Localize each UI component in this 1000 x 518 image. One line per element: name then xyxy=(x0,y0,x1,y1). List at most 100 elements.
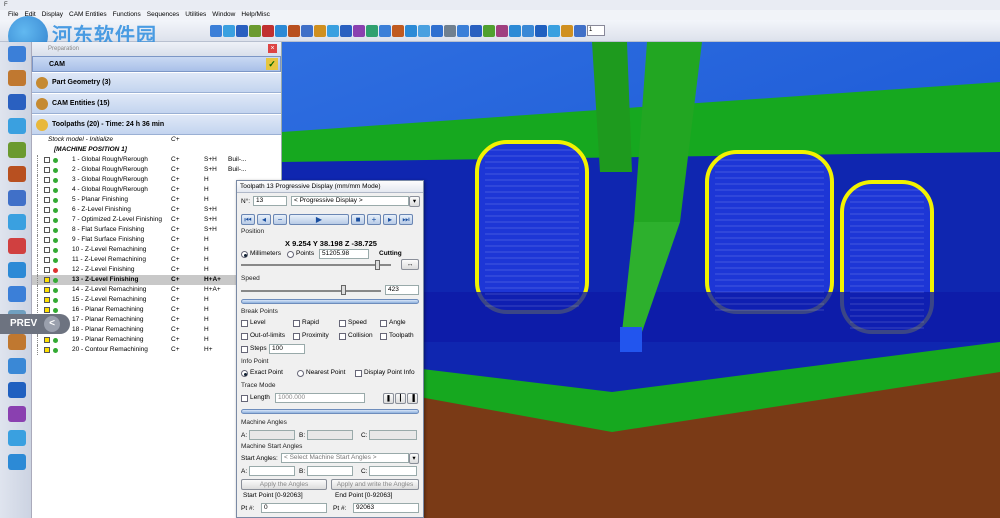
position-slider-track[interactable] xyxy=(241,264,391,266)
toolbar-tool-icon[interactable] xyxy=(366,24,378,37)
row-checkbox[interactable] xyxy=(44,337,50,343)
start-b-field[interactable] xyxy=(307,466,353,476)
apply-write-angles-button[interactable]: Apply and write the Angles xyxy=(331,479,419,490)
first-icon[interactable]: ⏮ xyxy=(241,214,255,225)
machine-position-row[interactable]: [MACHINE POSITION 1] xyxy=(32,145,281,155)
trace-left-icon[interactable]: ❚ xyxy=(383,393,394,404)
step-back-icon[interactable]: ◂ xyxy=(257,214,271,225)
toolbar-tool-icon[interactable] xyxy=(327,24,339,37)
row-checkbox[interactable] xyxy=(44,217,50,223)
toolbar-tool-icon[interactable] xyxy=(379,24,391,37)
tool-palette-icon[interactable] xyxy=(8,358,26,374)
toolbar-tool-icon[interactable] xyxy=(262,24,274,37)
toolbar-tool-icon[interactable] xyxy=(483,24,495,37)
row-checkbox[interactable] xyxy=(44,307,50,313)
row-checkbox[interactable] xyxy=(44,207,50,213)
tool-palette-icon[interactable] xyxy=(8,94,26,110)
chevron-down-icon[interactable]: ▾ xyxy=(409,453,419,464)
toolpath-row[interactable]: 2 - Global Rough/Rerough C+ S+H Buil-... xyxy=(32,165,281,175)
trace-mid-icon[interactable]: ┃ xyxy=(395,393,406,404)
steps-field[interactable]: 100 xyxy=(269,344,305,354)
toolbar-tool-icon[interactable] xyxy=(574,24,586,37)
tool-palette-icon[interactable] xyxy=(8,46,26,62)
menu-help[interactable]: Help/Misc xyxy=(241,10,270,20)
toolbar-tool-icon[interactable] xyxy=(392,24,404,37)
row-checkbox[interactable] xyxy=(44,197,50,203)
row-checkbox[interactable] xyxy=(44,267,50,273)
step-forward-icon[interactable]: ▸ xyxy=(383,214,397,225)
group-part-geometry[interactable]: Part Geometry (3) xyxy=(32,73,281,93)
menu-functions[interactable]: Functions xyxy=(113,10,141,20)
row-checkbox[interactable] xyxy=(44,257,50,263)
toolpath-row[interactable]: 1 - Global Rough/Rerough C+ S+H Buil-... xyxy=(32,155,281,165)
length-checkbox[interactable] xyxy=(241,395,248,402)
tool-palette-icon[interactable] xyxy=(8,142,26,158)
chevron-down-icon[interactable]: ▾ xyxy=(409,196,420,207)
points-radio[interactable] xyxy=(287,251,294,258)
toolbar-tool-icon[interactable] xyxy=(470,24,482,37)
toolbar-tool-icon[interactable] xyxy=(340,24,352,37)
row-checkbox[interactable] xyxy=(44,237,50,243)
check-icon[interactable]: ✓ xyxy=(266,58,278,70)
start-a-field[interactable] xyxy=(249,466,295,476)
toolbar-tool-icon[interactable] xyxy=(457,24,469,37)
rapid-checkbox[interactable] xyxy=(293,320,300,327)
start-point-field[interactable]: 0 xyxy=(261,503,327,513)
toolbar-tool-icon[interactable] xyxy=(561,24,573,37)
tool-palette-icon[interactable] xyxy=(8,286,26,302)
toolbar-tool-icon[interactable] xyxy=(418,24,430,37)
angle-b-field[interactable] xyxy=(307,430,353,440)
toolbar-tool-icon[interactable] xyxy=(496,24,508,37)
tool-palette-icon[interactable] xyxy=(8,70,26,86)
menu-utilities[interactable]: Utilities xyxy=(185,10,206,20)
length-field[interactable]: 1000.000 xyxy=(275,393,365,403)
tool-palette-icon[interactable] xyxy=(8,214,26,230)
toolbar-tool-icon[interactable] xyxy=(314,24,326,37)
toolbar-tool-icon[interactable] xyxy=(236,24,248,37)
stop-icon[interactable]: ■ xyxy=(351,214,365,225)
toolbar-tool-icon[interactable] xyxy=(288,24,300,37)
tool-palette-icon[interactable] xyxy=(8,334,26,350)
menu-window[interactable]: Window xyxy=(212,10,235,20)
minus-icon[interactable]: − xyxy=(273,214,287,225)
toolbar-tool-icon[interactable] xyxy=(522,24,534,37)
start-angles-select[interactable]: < Select Machine Start Angles > xyxy=(281,453,409,463)
menu-display[interactable]: Display xyxy=(42,10,63,20)
out-of-limits-checkbox[interactable] xyxy=(241,333,248,340)
tool-palette-icon[interactable] xyxy=(8,430,26,446)
group-cam-entities[interactable]: CAM Entities (15) xyxy=(32,94,281,114)
toolbar-tool-icon[interactable] xyxy=(210,24,222,37)
prev-button[interactable]: PREV < xyxy=(0,314,70,334)
menu-sequences[interactable]: Sequences xyxy=(147,10,180,20)
proximity-checkbox[interactable] xyxy=(293,333,300,340)
toolbar-tool-icon[interactable] xyxy=(353,24,365,37)
start-c-field[interactable] xyxy=(369,466,417,476)
menu-file[interactable]: File xyxy=(8,10,18,20)
row-checkbox[interactable] xyxy=(44,187,50,193)
exact-point-radio[interactable] xyxy=(241,370,248,377)
menu-cam-entities[interactable]: CAM Entities xyxy=(69,10,107,20)
play-icon[interactable]: ▶ xyxy=(289,214,349,225)
toolbar-tool-icon[interactable] xyxy=(301,24,313,37)
level-checkbox[interactable] xyxy=(241,320,248,327)
position-slider-thumb[interactable] xyxy=(375,260,380,270)
row-checkbox[interactable] xyxy=(44,227,50,233)
row-checkbox[interactable] xyxy=(44,277,50,283)
points-field[interactable]: 51205.98 xyxy=(319,249,369,259)
menu-edit[interactable]: Edit xyxy=(24,10,35,20)
row-checkbox[interactable] xyxy=(44,287,50,293)
tool-palette-icon[interactable] xyxy=(8,262,26,278)
stock-model-row[interactable]: Stock model - Initialize C+ xyxy=(32,135,281,145)
zoom-select[interactable]: 1 xyxy=(587,25,605,36)
row-checkbox[interactable] xyxy=(44,347,50,353)
close-icon[interactable]: × xyxy=(268,44,277,53)
toolbar-tool-icon[interactable] xyxy=(249,24,261,37)
toolbar-tool-icon[interactable] xyxy=(275,24,287,37)
toolbar-tool-icon[interactable] xyxy=(444,24,456,37)
tool-palette-icon[interactable] xyxy=(8,406,26,422)
trace-right-icon[interactable]: ▐ xyxy=(407,393,418,404)
collision-checkbox[interactable] xyxy=(339,333,346,340)
speed-field[interactable]: 423 xyxy=(385,285,419,295)
cam-bar[interactable]: CAM ✓ xyxy=(32,56,281,72)
tool-palette-icon[interactable] xyxy=(8,454,26,470)
